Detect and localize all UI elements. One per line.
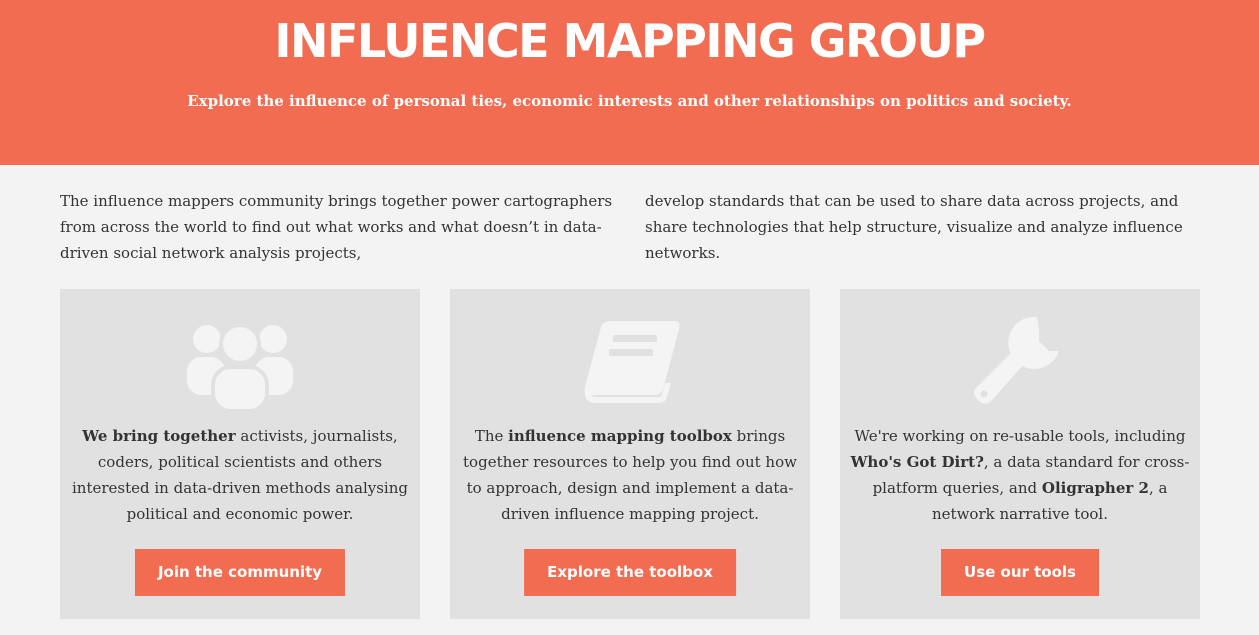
use-tools-button[interactable]: Use our tools <box>941 549 1099 596</box>
intro-text-left: The influence mappers community brings t… <box>60 192 613 262</box>
toolbox-card-text: The influence mapping toolbox brings tog… <box>458 423 802 527</box>
tools-card-text: We're working on re-usable tools, includ… <box>848 423 1192 527</box>
tools-card-highlight-oligrapher: Oligrapher 2 <box>1041 479 1149 497</box>
join-community-button[interactable]: Join the community <box>134 549 346 596</box>
community-card-highlight: We bring together <box>82 427 236 445</box>
toolbox-card-highlight: influence mapping toolbox <box>508 427 732 445</box>
site-title: INFLUENCE MAPPING GROUP <box>274 14 986 68</box>
community-card-text: We bring together activists, journalists… <box>68 423 412 527</box>
book-icon <box>450 311 810 411</box>
toolbox-card: The influence mapping toolbox brings tog… <box>450 289 810 619</box>
toolbox-card-intro: The <box>474 427 509 445</box>
tools-card-intro: We're working on re-usable tools, includ… <box>854 427 1186 445</box>
community-card: We bring together activists, journalists… <box>60 289 420 619</box>
site-header: INFLUENCE MAPPING GROUP Explore the infl… <box>0 0 1259 165</box>
users-icon <box>60 311 420 411</box>
tools-card-highlight-dirt: Who's Got Dirt? <box>850 453 984 471</box>
intro-text-right: develop standards that can be used to sh… <box>645 192 1183 262</box>
explore-toolbox-button[interactable]: Explore the toolbox <box>524 549 736 596</box>
tools-card: We're working on re-usable tools, includ… <box>840 289 1200 619</box>
site-tagline: Explore the influence of personal ties, … <box>187 92 1072 110</box>
intro-section: The influence mappers community brings t… <box>60 188 1200 266</box>
feature-cards: We bring together activists, journalists… <box>60 289 1200 619</box>
wrench-icon <box>840 311 1200 411</box>
